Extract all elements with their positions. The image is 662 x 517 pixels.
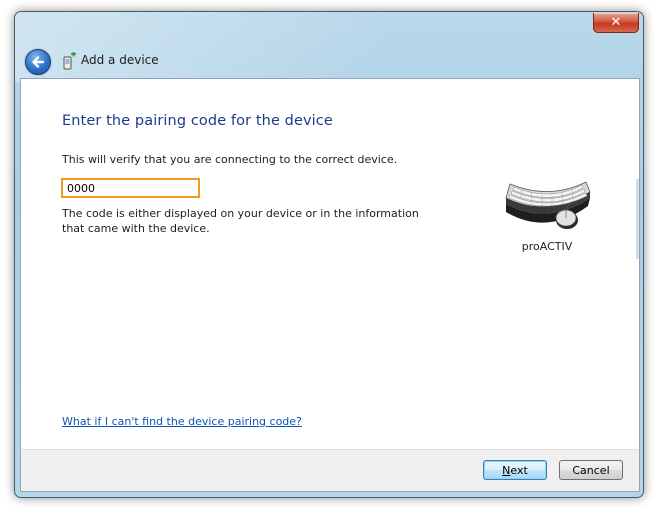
code-hint-text: The code is either displayed on your dev… xyxy=(62,207,419,235)
keyboard-mouse-icon xyxy=(505,181,591,229)
page-heading: Enter the pairing code for the device xyxy=(62,113,333,129)
next-accelerator: N xyxy=(502,463,511,477)
instruction-text: This will verify that you are connecting… xyxy=(62,153,398,166)
footer-bar: Next Cancel xyxy=(20,449,640,492)
pairing-code-input[interactable] xyxy=(61,178,200,198)
cancel-button[interactable]: Cancel xyxy=(559,460,623,480)
back-button[interactable] xyxy=(25,49,51,75)
next-button[interactable]: Next xyxy=(483,460,547,480)
help-link[interactable]: What if I can't find the device pairing … xyxy=(62,415,302,428)
close-icon: ✕ xyxy=(610,15,622,30)
next-label: ext xyxy=(510,463,528,477)
content-panel: Enter the pairing code for the device Th… xyxy=(20,78,640,450)
back-arrow-icon xyxy=(32,56,45,68)
scrollbar[interactable] xyxy=(636,179,639,259)
device-name: proACTIV xyxy=(521,240,573,253)
close-button[interactable]: ✕ xyxy=(593,13,639,33)
window-title: Add a device xyxy=(81,53,159,67)
add-device-icon xyxy=(63,52,76,70)
add-device-window: ✕ Add a device Enter the pairing code fo… xyxy=(14,11,644,498)
